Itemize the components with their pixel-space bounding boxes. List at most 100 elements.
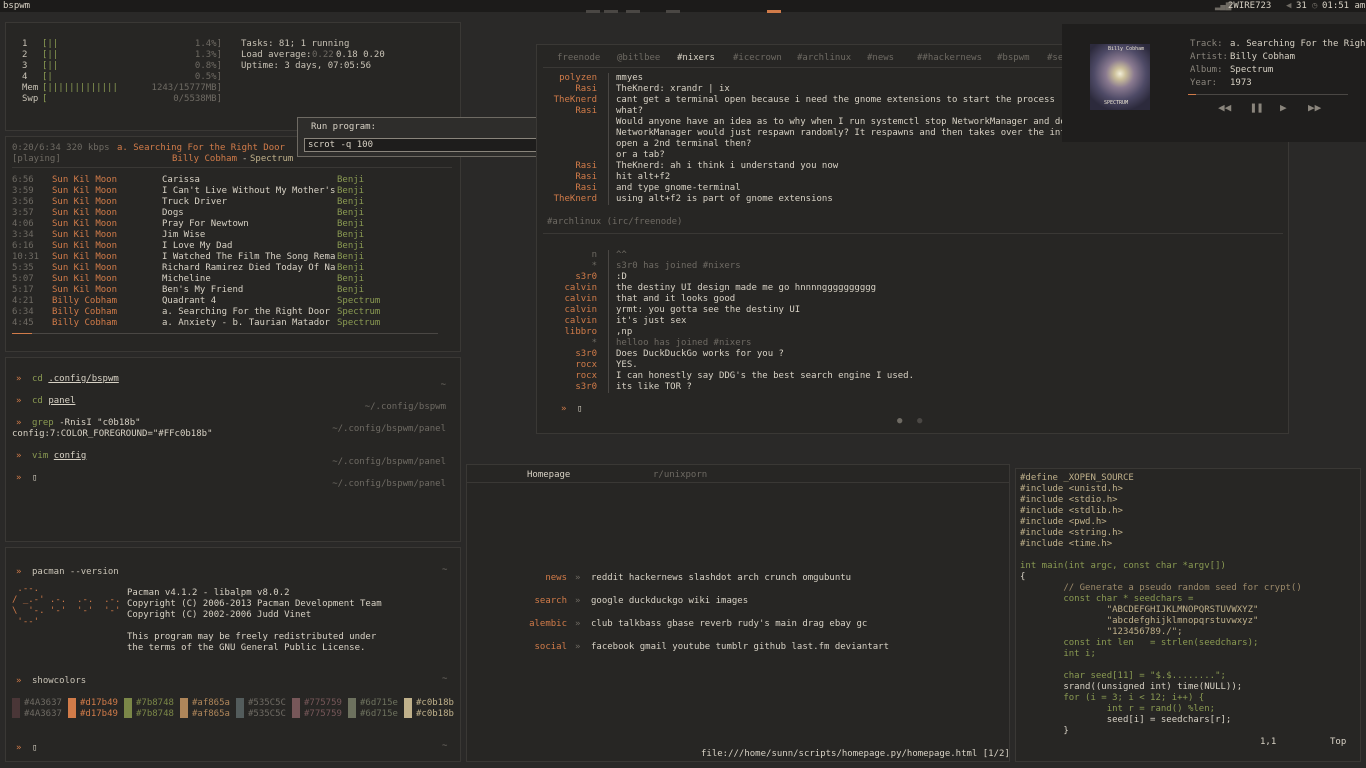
pacman-version-info: Pacman v4.1.2 - libalpm v8.0.2 Copyright … <box>127 588 382 654</box>
previous-icon[interactable]: ◀◀ <box>1218 102 1231 113</box>
track-artist: Sun Kil Moon <box>52 208 118 218</box>
progress-track[interactable] <box>12 333 438 334</box>
playlist-row[interactable]: 5:17 Sun Kil Moon Ben's My Friend Benji <box>6 285 446 296</box>
irc-tab[interactable]: #bspwm <box>997 53 1030 64</box>
link-category[interactable]: news <box>545 573 567 584</box>
ascii-line: / _.-' .-. .-. .-. <box>12 595 121 605</box>
track-duration: 4:06 <box>12 219 34 229</box>
link-list[interactable]: club talkbass gbase reverb rudy's main d… <box>591 619 867 630</box>
nick-separator <box>608 349 609 360</box>
playlist-row[interactable]: 6:34 Billy Cobham a. Searching For the Rig… <box>6 307 446 318</box>
player-state: [playing] <box>12 154 61 164</box>
terminal-bspwm[interactable]: » cd .config/bspwm ~» cd panel ~/.config/bspwm… <box>5 357 461 542</box>
tab-homepage[interactable]: Homepage <box>527 470 570 481</box>
color-hex: #535C5C <box>248 698 286 708</box>
year-value: 1973 <box>1230 78 1252 88</box>
code-line: } <box>1020 726 1069 736</box>
playlist-row[interactable]: 5:07 Sun Kil Moon Micheline Benji <box>6 274 446 285</box>
prompt-arrow: » <box>16 451 22 461</box>
irc-tab[interactable]: ##hackernews <box>917 53 982 64</box>
cursor[interactable]: ▯ <box>32 473 37 484</box>
irc-tab[interactable]: #archlinux <box>797 53 851 64</box>
link-row: alembic » club talkbass gbase reverb rudy'… <box>467 619 927 631</box>
playlist-row[interactable]: 4:06 Sun Kil Moon Pray For Newtown Benji <box>6 219 446 230</box>
nick-separator <box>608 172 609 183</box>
cursor[interactable]: ▯ <box>32 743 37 754</box>
prompt-arrow: » <box>16 567 22 577</box>
browser-window[interactable]: Homepage r/unixporn news » reddit hackerne… <box>466 464 1010 762</box>
irc-message: * helloo has joined #nixers <box>537 338 1277 349</box>
code-line: "abcdefghijklmnopqrstuvwxyz" <box>1020 616 1259 626</box>
color-swatch <box>292 698 300 718</box>
music-progress-track[interactable] <box>1188 94 1348 95</box>
playlist-row[interactable]: 6:56 Sun Kil Moon Carissa Benji <box>6 175 446 186</box>
irc-tab[interactable]: @bitlbee <box>617 53 660 64</box>
irc-text: ^^ <box>616 250 627 260</box>
playlist-row[interactable]: 3:56 Sun Kil Moon Truck Driver Benji <box>6 197 446 208</box>
command-argument: -RnisI "c0b18b" <box>59 418 141 428</box>
irc-tab[interactable]: #icecrown <box>733 53 782 64</box>
irc-tab[interactable]: freenode <box>557 53 600 64</box>
terminal-pacman[interactable]: » pacman --version ~ .--. / _.-' .-. .-. … <box>5 547 461 762</box>
play-icon[interactable]: ▶ <box>1280 102 1287 113</box>
irc-tab[interactable]: #news <box>867 53 894 64</box>
playlist-row[interactable]: 3:59 Sun Kil Moon I Can't Live Without My … <box>6 186 446 197</box>
workspace-3[interactable] <box>626 10 640 13</box>
link-list[interactable]: reddit hackernews slashdot arch crunch o… <box>591 573 851 584</box>
color-swatch <box>348 698 356 718</box>
row-arrow: » <box>575 619 581 629</box>
irc-nick: Rasi <box>575 161 597 171</box>
link-list[interactable]: facebook gmail youtube tumblr github las… <box>591 642 889 653</box>
workspace-4[interactable] <box>666 10 680 13</box>
code-line: int main(int argc, const char *argv[]) <box>1020 561 1226 571</box>
track-artist: Sun Kil Moon <box>52 274 118 284</box>
playlist-row[interactable]: 6:16 Sun Kil Moon I Love My Dad Benji <box>6 241 446 252</box>
clock: 01:51 am <box>1322 1 1366 11</box>
irc-tab[interactable]: #se <box>1047 53 1063 64</box>
pause-icon[interactable]: ❚❚ <box>1250 102 1263 113</box>
workspace-1[interactable] <box>586 10 600 13</box>
irc-text: ,np <box>616 327 633 337</box>
irc-message: * s3r0 has joined #nixers <box>537 261 1277 272</box>
track-title: Micheline <box>162 274 211 284</box>
link-category[interactable]: alembic <box>529 619 567 630</box>
working-directory: ~/.config/bspwm <box>364 402 446 412</box>
volume-icon: ◀ <box>1286 1 1292 11</box>
command: showcolors <box>32 676 87 686</box>
track-duration: 6:16 <box>12 241 34 251</box>
link-category[interactable]: search <box>534 596 567 607</box>
dialog-title: Run program: <box>311 122 377 132</box>
next-icon[interactable]: ▶▶ <box>1308 102 1321 113</box>
link-row: social » facebook gmail youtube tumblr git… <box>467 642 927 654</box>
nick-separator <box>608 283 609 294</box>
playlist-row[interactable]: 5:35 Sun Kil Moon Richard Ramirez Died Tod… <box>6 263 446 274</box>
playlist-row[interactable]: 3:57 Sun Kil Moon Dogs Benji <box>6 208 446 219</box>
music-player-widget[interactable]: Billy Cobham SPECTRUM Track: a. Searchin… <box>1062 24 1366 142</box>
playlist-row[interactable]: 4:21 Billy Cobham Quadrant 4 Spectrum <box>6 296 446 307</box>
playlist-row[interactable]: 3:34 Sun Kil Moon Jim Wise Benji <box>6 230 446 241</box>
irc-input[interactable]: ▯ <box>577 404 582 415</box>
prompt-arrow: » <box>16 473 22 483</box>
irc-text: or a tab? <box>616 150 665 160</box>
vim-window[interactable]: #define _XOPEN_SOURCE #include <unistd.h>… <box>1015 468 1361 762</box>
htop-window[interactable]: 1 [|| 1.4%] 2 [|| 1.3%] 3 [|| 0.8%] 4 [|… <box>5 22 461 131</box>
track-duration: 3:59 <box>12 186 34 196</box>
swap-bar: [ <box>42 94 48 104</box>
irc-nick: * <box>591 261 597 271</box>
irc-message: calvin that and it looks good <box>537 294 1277 305</box>
tab-unixporn[interactable]: r/unixporn <box>653 470 707 481</box>
ncmpcpp-window[interactable]: 0:20/6:34 320 kbps a. Searching For the … <box>5 136 461 352</box>
playlist-row[interactable]: 4:45 Billy Cobham a. Anxiety - b. Taurian … <box>6 318 446 329</box>
color-hex: #d17b49 <box>80 698 118 708</box>
command: pacman --version <box>32 567 119 577</box>
link-list[interactable]: google duckduckgo wiki images <box>591 596 748 607</box>
workspace-active[interactable] <box>767 10 781 13</box>
color-hex: #7b8748 <box>136 698 174 708</box>
irc-message: s3r0 its like TOR ? <box>537 382 1277 393</box>
irc-message: s3r0 Does DuckDuckGo works for you ? <box>537 349 1277 360</box>
workspace-2[interactable] <box>604 10 618 13</box>
link-category[interactable]: social <box>534 642 567 653</box>
playlist-row[interactable]: 10:31 Sun Kil Moon I Watched The Film The … <box>6 252 446 263</box>
irc-tab[interactable]: #nixers <box>677 53 715 64</box>
info-line: Copyright (C) 2002-2006 Judd Vinet <box>127 610 312 620</box>
